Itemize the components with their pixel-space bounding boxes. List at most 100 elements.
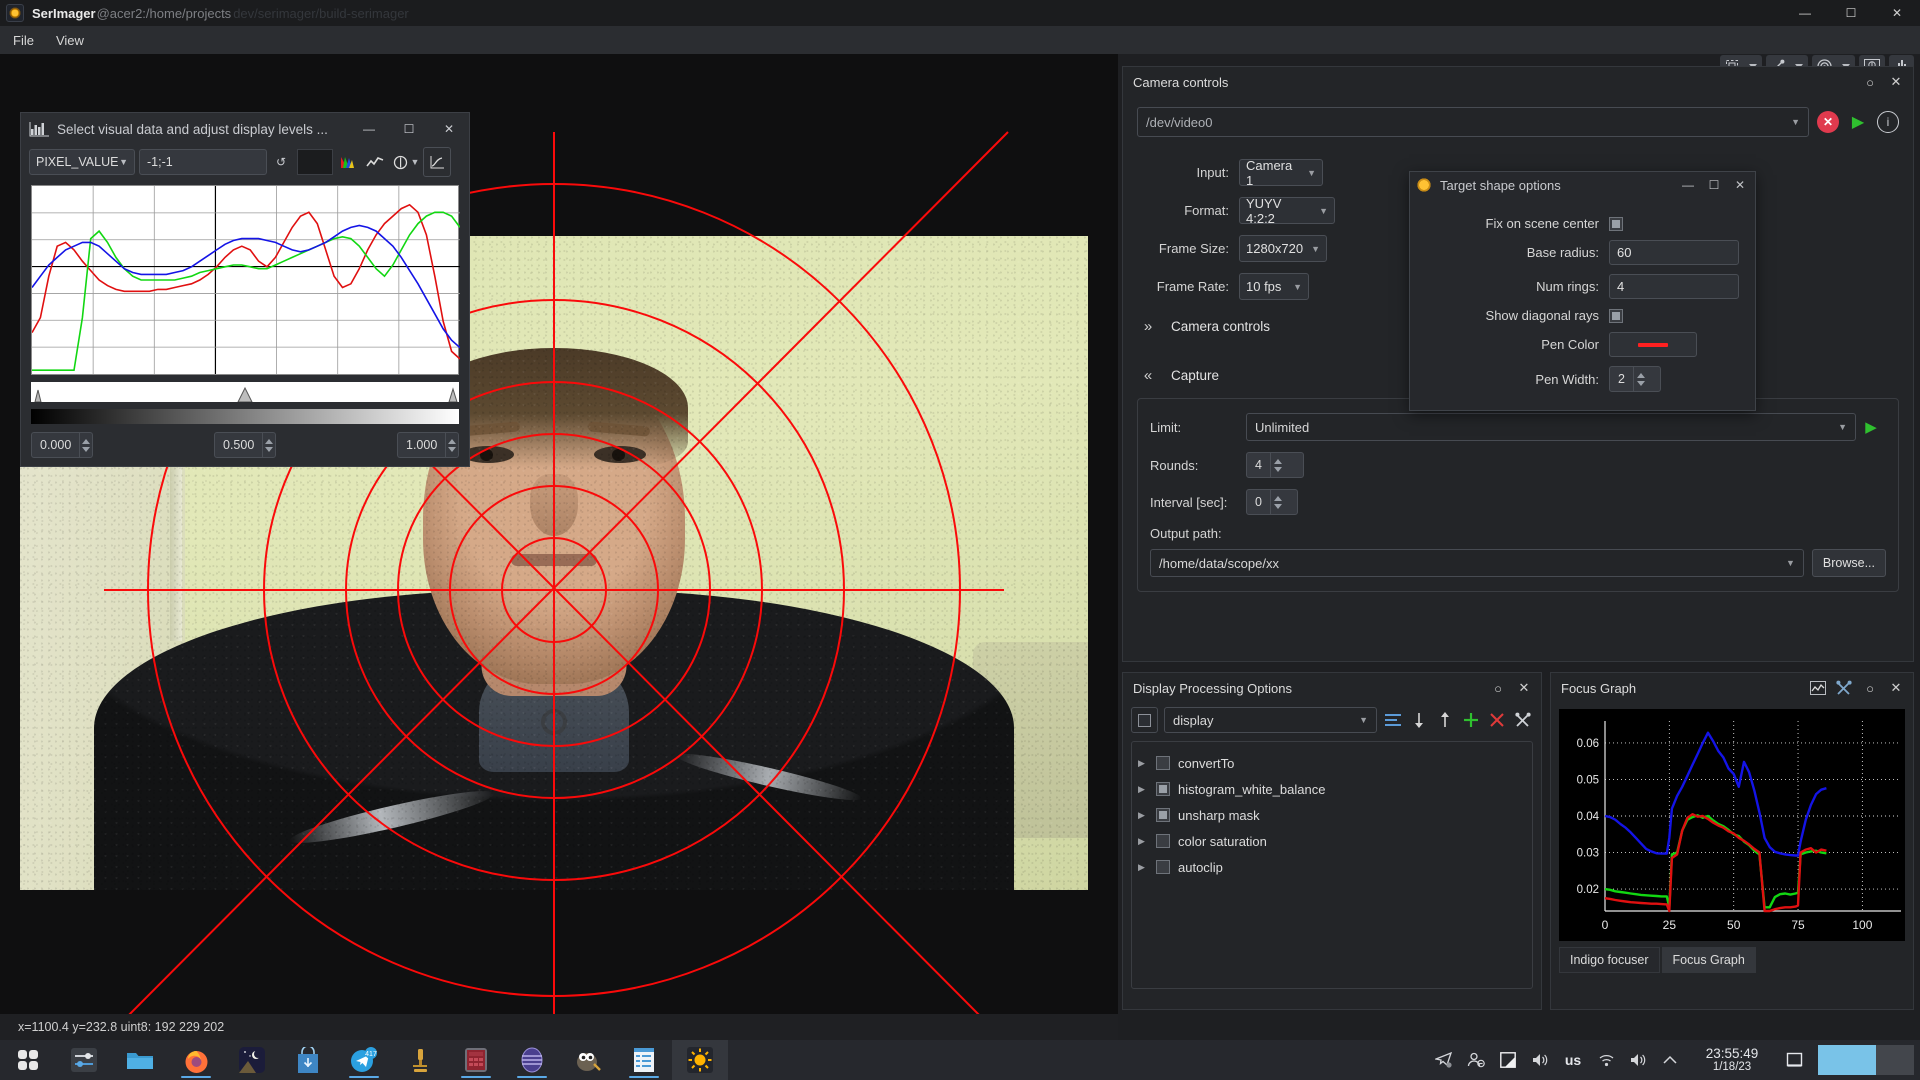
clock[interactable]: 23:55:49 1/18/23 — [1686, 1040, 1778, 1080]
fix-center-checkbox[interactable] — [1609, 216, 1623, 231]
mid-point-arrows[interactable] — [262, 433, 275, 457]
interval-spinner[interactable]: 0 — [1246, 489, 1298, 515]
start-capture-button[interactable]: ▶ — [1856, 418, 1886, 436]
speaker-tray-icon[interactable] — [1622, 1040, 1654, 1080]
levels-close-button[interactable]: ✕ — [429, 114, 469, 144]
white-point-spinner[interactable]: 1.000 — [397, 432, 459, 458]
list-item[interactable]: ▶ convertTo — [1138, 750, 1526, 776]
camera-panel-float-icon[interactable]: ○ — [1857, 70, 1883, 94]
maximize-button[interactable]: ☐ — [1828, 0, 1874, 26]
telegram-tray-icon[interactable] — [1428, 1040, 1460, 1080]
settings-icon[interactable] — [1513, 709, 1533, 731]
expand-triangle-icon[interactable]: ▶ — [1138, 836, 1148, 847]
minimize-button[interactable]: — — [1782, 0, 1828, 26]
pen-width-arrows[interactable] — [1632, 367, 1649, 391]
list-item[interactable]: ▶ histogram_white_balance — [1138, 776, 1526, 802]
close-button[interactable]: ✕ — [1874, 0, 1920, 26]
focus-graph-panel[interactable]: Focus Graph ○ ✕ 0.02 0.03 0.04 0.05 0.06 0 25 5… — [1550, 672, 1914, 1010]
black-point-arrows[interactable] — [79, 433, 92, 457]
expand-triangle-icon[interactable]: ▶ — [1138, 784, 1148, 795]
list-item[interactable]: ▶ autoclip — [1138, 854, 1526, 880]
move-down-icon[interactable] — [1409, 709, 1429, 731]
rounds-spinner[interactable]: 4 — [1246, 452, 1304, 478]
contrast-icon[interactable]: ▼ — [389, 147, 423, 177]
menu-view[interactable]: View — [47, 30, 93, 51]
image-view[interactable]: Select visual data and adjust display le… — [0, 54, 1118, 1014]
stop-camera-button[interactable]: ✕ — [1817, 111, 1839, 133]
tab-focus-graph[interactable]: Focus Graph — [1661, 947, 1756, 973]
format-select[interactable]: YUYV 4:2:2 ▼ — [1239, 196, 1335, 226]
chevron-up-icon[interactable] — [1654, 1040, 1686, 1080]
limit-select[interactable]: Unlimited ▼ — [1246, 413, 1856, 441]
dpo-float-icon[interactable]: ○ — [1485, 676, 1511, 700]
add-icon[interactable] — [1461, 709, 1481, 731]
interval-arrows[interactable] — [1269, 490, 1286, 514]
settings-app-icon[interactable] — [56, 1040, 112, 1080]
display-tray-icon[interactable] — [1492, 1040, 1524, 1080]
target-shape-minimize-button[interactable]: — — [1675, 173, 1701, 197]
num-rings-input[interactable]: 4 — [1609, 274, 1739, 299]
focus-graph-float-icon[interactable]: ○ — [1857, 676, 1883, 700]
output-path-select[interactable]: /home/data/scope/xx ▼ — [1150, 549, 1804, 577]
firefox-app-icon[interactable] — [168, 1040, 224, 1080]
diag-rays-checkbox[interactable] — [1609, 308, 1623, 323]
keyboard-layout[interactable]: us — [1556, 1040, 1590, 1080]
telegram-app-icon[interactable]: 417 — [336, 1040, 392, 1080]
chain-enable-checkbox[interactable] — [1131, 707, 1158, 733]
serimager-app-icon[interactable] — [672, 1040, 728, 1080]
curve-icon[interactable] — [361, 147, 389, 177]
white-point-arrows[interactable] — [445, 433, 458, 457]
framesize-select[interactable]: 1280x720 ▼ — [1239, 235, 1327, 262]
levels-slider-track[interactable] — [31, 382, 459, 403]
camera-info-button[interactable]: i — [1877, 111, 1899, 133]
list-item[interactable]: ▶ unsharp mask — [1138, 802, 1526, 828]
expand-triangle-icon[interactable]: ▶ — [1138, 862, 1148, 873]
pen-width-spinner[interactable]: 2 — [1609, 366, 1661, 392]
files-app-icon[interactable] — [112, 1040, 168, 1080]
menu-file[interactable]: File — [4, 30, 43, 51]
gallery-app-icon[interactable] — [224, 1040, 280, 1080]
start-button[interactable] — [0, 1040, 56, 1080]
calculator-app-icon[interactable] — [448, 1040, 504, 1080]
camera-panel-close-icon[interactable]: ✕ — [1883, 70, 1909, 94]
levels-dialog[interactable]: Select visual data and adjust display le… — [20, 112, 470, 467]
menu-icon[interactable] — [1383, 709, 1403, 731]
tools-icon[interactable] — [1831, 676, 1857, 700]
framerate-select[interactable]: 10 fps ▼ — [1239, 273, 1309, 300]
colormap-icon[interactable] — [333, 147, 361, 177]
input-select[interactable]: Camera 1 ▼ — [1239, 158, 1323, 188]
item-checkbox[interactable] — [1156, 756, 1170, 770]
focus-graph-close-icon[interactable]: ✕ — [1883, 676, 1909, 700]
stellarium-app-icon[interactable] — [504, 1040, 560, 1080]
start-camera-button[interactable]: ▶ — [1847, 112, 1869, 132]
microscope-app-icon[interactable] — [392, 1040, 448, 1080]
target-shape-close-button[interactable]: ✕ — [1727, 173, 1753, 197]
mid-point-spinner[interactable]: 0.500 — [214, 432, 276, 458]
target-shape-dialog[interactable]: Target shape options — ☐ ✕ Fix on scene … — [1409, 171, 1756, 411]
volume-tray-icon[interactable] — [1524, 1040, 1556, 1080]
item-checkbox[interactable] — [1156, 808, 1170, 822]
show-desktop-strip[interactable] — [1818, 1045, 1914, 1075]
browse-button[interactable]: Browse... — [1811, 549, 1886, 577]
expand-triangle-icon[interactable]: ▶ — [1138, 758, 1148, 769]
item-checkbox[interactable] — [1156, 834, 1170, 848]
chain-select[interactable]: display ▼ — [1164, 707, 1377, 733]
tab-indigo-focuser[interactable]: Indigo focuser — [1559, 947, 1660, 973]
spreadsheet-app-icon[interactable] — [616, 1040, 672, 1080]
reset-levels-icon[interactable]: ↺ — [267, 147, 295, 177]
list-item[interactable]: ▶ color saturation — [1138, 828, 1526, 854]
notification-center-icon[interactable] — [1778, 1040, 1810, 1080]
dpo-close-icon[interactable]: ✕ — [1511, 676, 1537, 700]
device-select[interactable]: /dev/video0 ▼ — [1137, 107, 1809, 137]
base-radius-input[interactable]: 60 — [1609, 240, 1739, 265]
plot-icon[interactable] — [423, 147, 451, 177]
display-processing-panel[interactable]: Display Processing Options ○ ✕ display ▼ — [1122, 672, 1542, 1010]
pen-color-button[interactable] — [1609, 332, 1697, 357]
levels-maximize-button[interactable]: ☐ — [389, 114, 429, 144]
rounds-arrows[interactable] — [1269, 453, 1286, 477]
target-shape-maximize-button[interactable]: ☐ — [1701, 173, 1727, 197]
black-point-spinner[interactable]: 0.000 — [31, 432, 93, 458]
software-store-app-icon[interactable] — [280, 1040, 336, 1080]
processing-chain-list[interactable]: ▶ convertTo ▶ histogram_white_balance ▶ … — [1131, 741, 1533, 989]
levels-minimize-button[interactable]: — — [349, 114, 389, 144]
